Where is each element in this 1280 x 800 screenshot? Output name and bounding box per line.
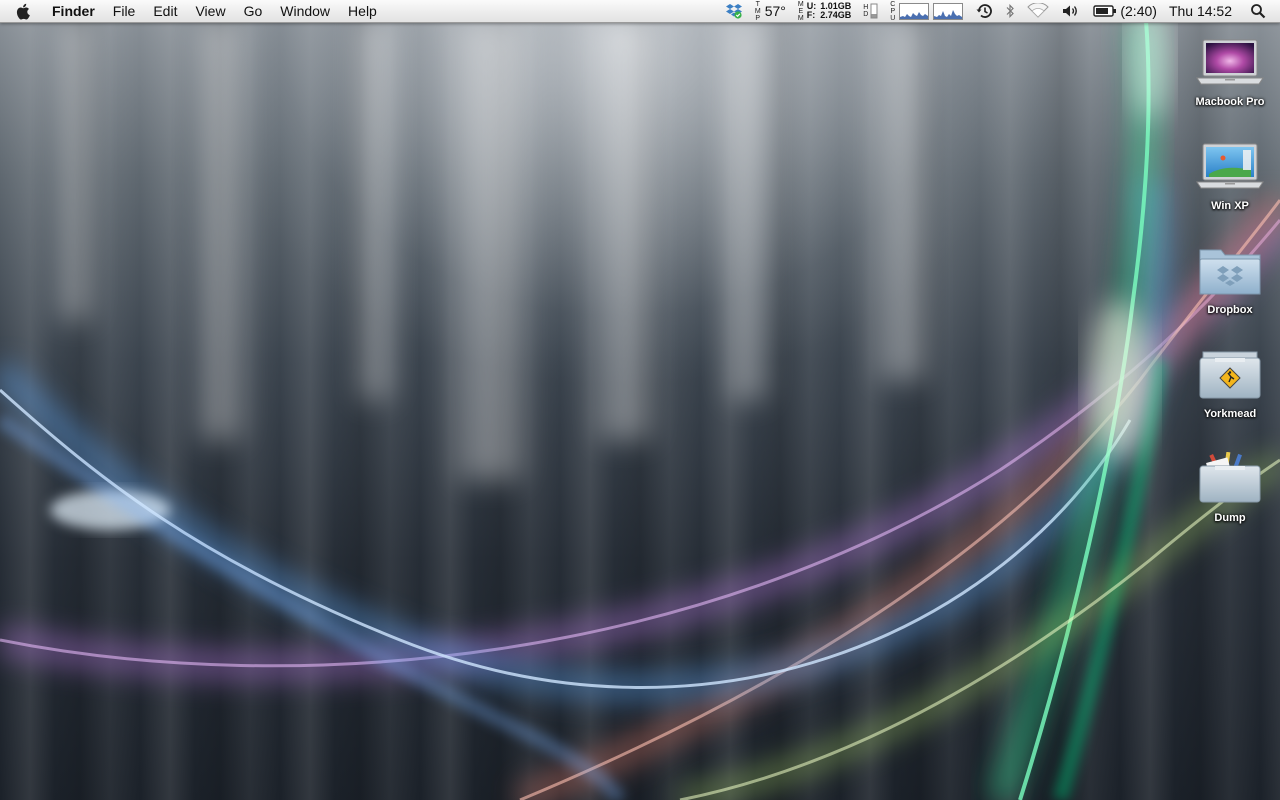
menu-file[interactable]: File [104, 0, 145, 22]
temp-label-t: T [755, 0, 760, 8]
disk-monitor[interactable]: H D [863, 0, 878, 22]
menu-clock[interactable]: Thu 14:52 [1169, 0, 1232, 22]
volume-icon [1063, 5, 1078, 17]
apple-icon [16, 3, 30, 20]
temp-label-m: M [754, 7, 761, 15]
dropbox-status-icon [725, 4, 742, 19]
spotlight-menu[interactable] [1250, 0, 1266, 22]
wifi-icon [1027, 3, 1050, 18]
desktop-wallpaper [0, 0, 1280, 800]
yorkmead-label: Yorkmead [1203, 408, 1257, 420]
bluetooth-icon [1006, 4, 1015, 18]
menu-edit[interactable]: Edit [144, 0, 186, 22]
mem-label-m2: M [797, 14, 804, 22]
temp-label-p: P [755, 14, 761, 22]
menu-bar: Finder File Edit View Go Window Help T M… [0, 0, 1280, 23]
yorkmead-folder-icon [1199, 351, 1261, 399]
cpu-graph-core-1 [899, 2, 930, 20]
volume-menu[interactable] [1061, 0, 1081, 22]
mem-label-m: M [797, 0, 804, 8]
cpu-graph-core-2 [933, 2, 964, 20]
wifi-menu[interactable] [1027, 0, 1050, 22]
menu-window[interactable]: Window [271, 0, 339, 22]
mem-label-e: E [798, 7, 804, 15]
macbook-pro-icon [1196, 39, 1264, 85]
menu-app-name[interactable]: Finder [44, 0, 104, 22]
dropbox-label: Dropbox [1207, 304, 1253, 316]
temperature-value: 57° [764, 3, 786, 19]
battery-icon [1093, 5, 1117, 17]
cpu-graph-core-1-plot [900, 11, 929, 19]
cpu-label-p: P [890, 7, 896, 15]
dump-folder-icon [1199, 451, 1261, 503]
wallpaper-light-arcs [0, 0, 1280, 800]
win-xp-icon [1196, 143, 1264, 189]
memory-monitor[interactable]: M E M U: F: 1.01GB 2.74GB [798, 0, 851, 22]
disk-activity-icon [870, 3, 878, 19]
hd-label-d: D [863, 11, 869, 18]
dropbox-status-menu[interactable] [725, 0, 743, 22]
menu-help[interactable]: Help [339, 0, 386, 22]
battery-menu[interactable]: (2:40) [1093, 0, 1157, 22]
time-machine-icon [976, 4, 993, 18]
cpu-monitor[interactable]: C P U [890, 0, 964, 22]
cpu-label-u: U [890, 14, 896, 22]
apple-menu[interactable] [0, 0, 44, 22]
menu-view[interactable]: View [186, 0, 234, 22]
bluetooth-menu[interactable] [1005, 0, 1015, 22]
macbook-pro-label: Macbook Pro [1195, 96, 1265, 108]
mem-free-label: F: [806, 10, 816, 20]
hd-label-h: H [863, 4, 869, 11]
desktop-item-dropbox[interactable]: Dropbox [1180, 244, 1280, 316]
battery-time-remaining: (2:40) [1120, 3, 1157, 19]
dropbox-folder-icon [1199, 249, 1261, 295]
mem-free-value: 2.74GB [820, 10, 852, 20]
temperature-monitor[interactable]: T M P 57° [755, 0, 786, 22]
cpu-graph-core-2-plot [934, 9, 963, 19]
clock-text: Thu 14:52 [1168, 3, 1232, 19]
desktop-item-win-xp[interactable]: Win XP [1180, 140, 1280, 212]
time-machine-menu[interactable] [975, 0, 993, 22]
spotlight-icon [1251, 4, 1266, 19]
win-xp-label: Win XP [1211, 200, 1249, 212]
desktop-item-yorkmead[interactable]: Yorkmead [1180, 348, 1280, 420]
menu-go[interactable]: Go [235, 0, 272, 22]
desktop-item-dump[interactable]: Dump [1180, 451, 1280, 524]
dump-label: Dump [1214, 512, 1246, 524]
desktop-item-macbook-pro[interactable]: Macbook Pro [1180, 36, 1280, 108]
cpu-label-c: C [890, 0, 896, 8]
